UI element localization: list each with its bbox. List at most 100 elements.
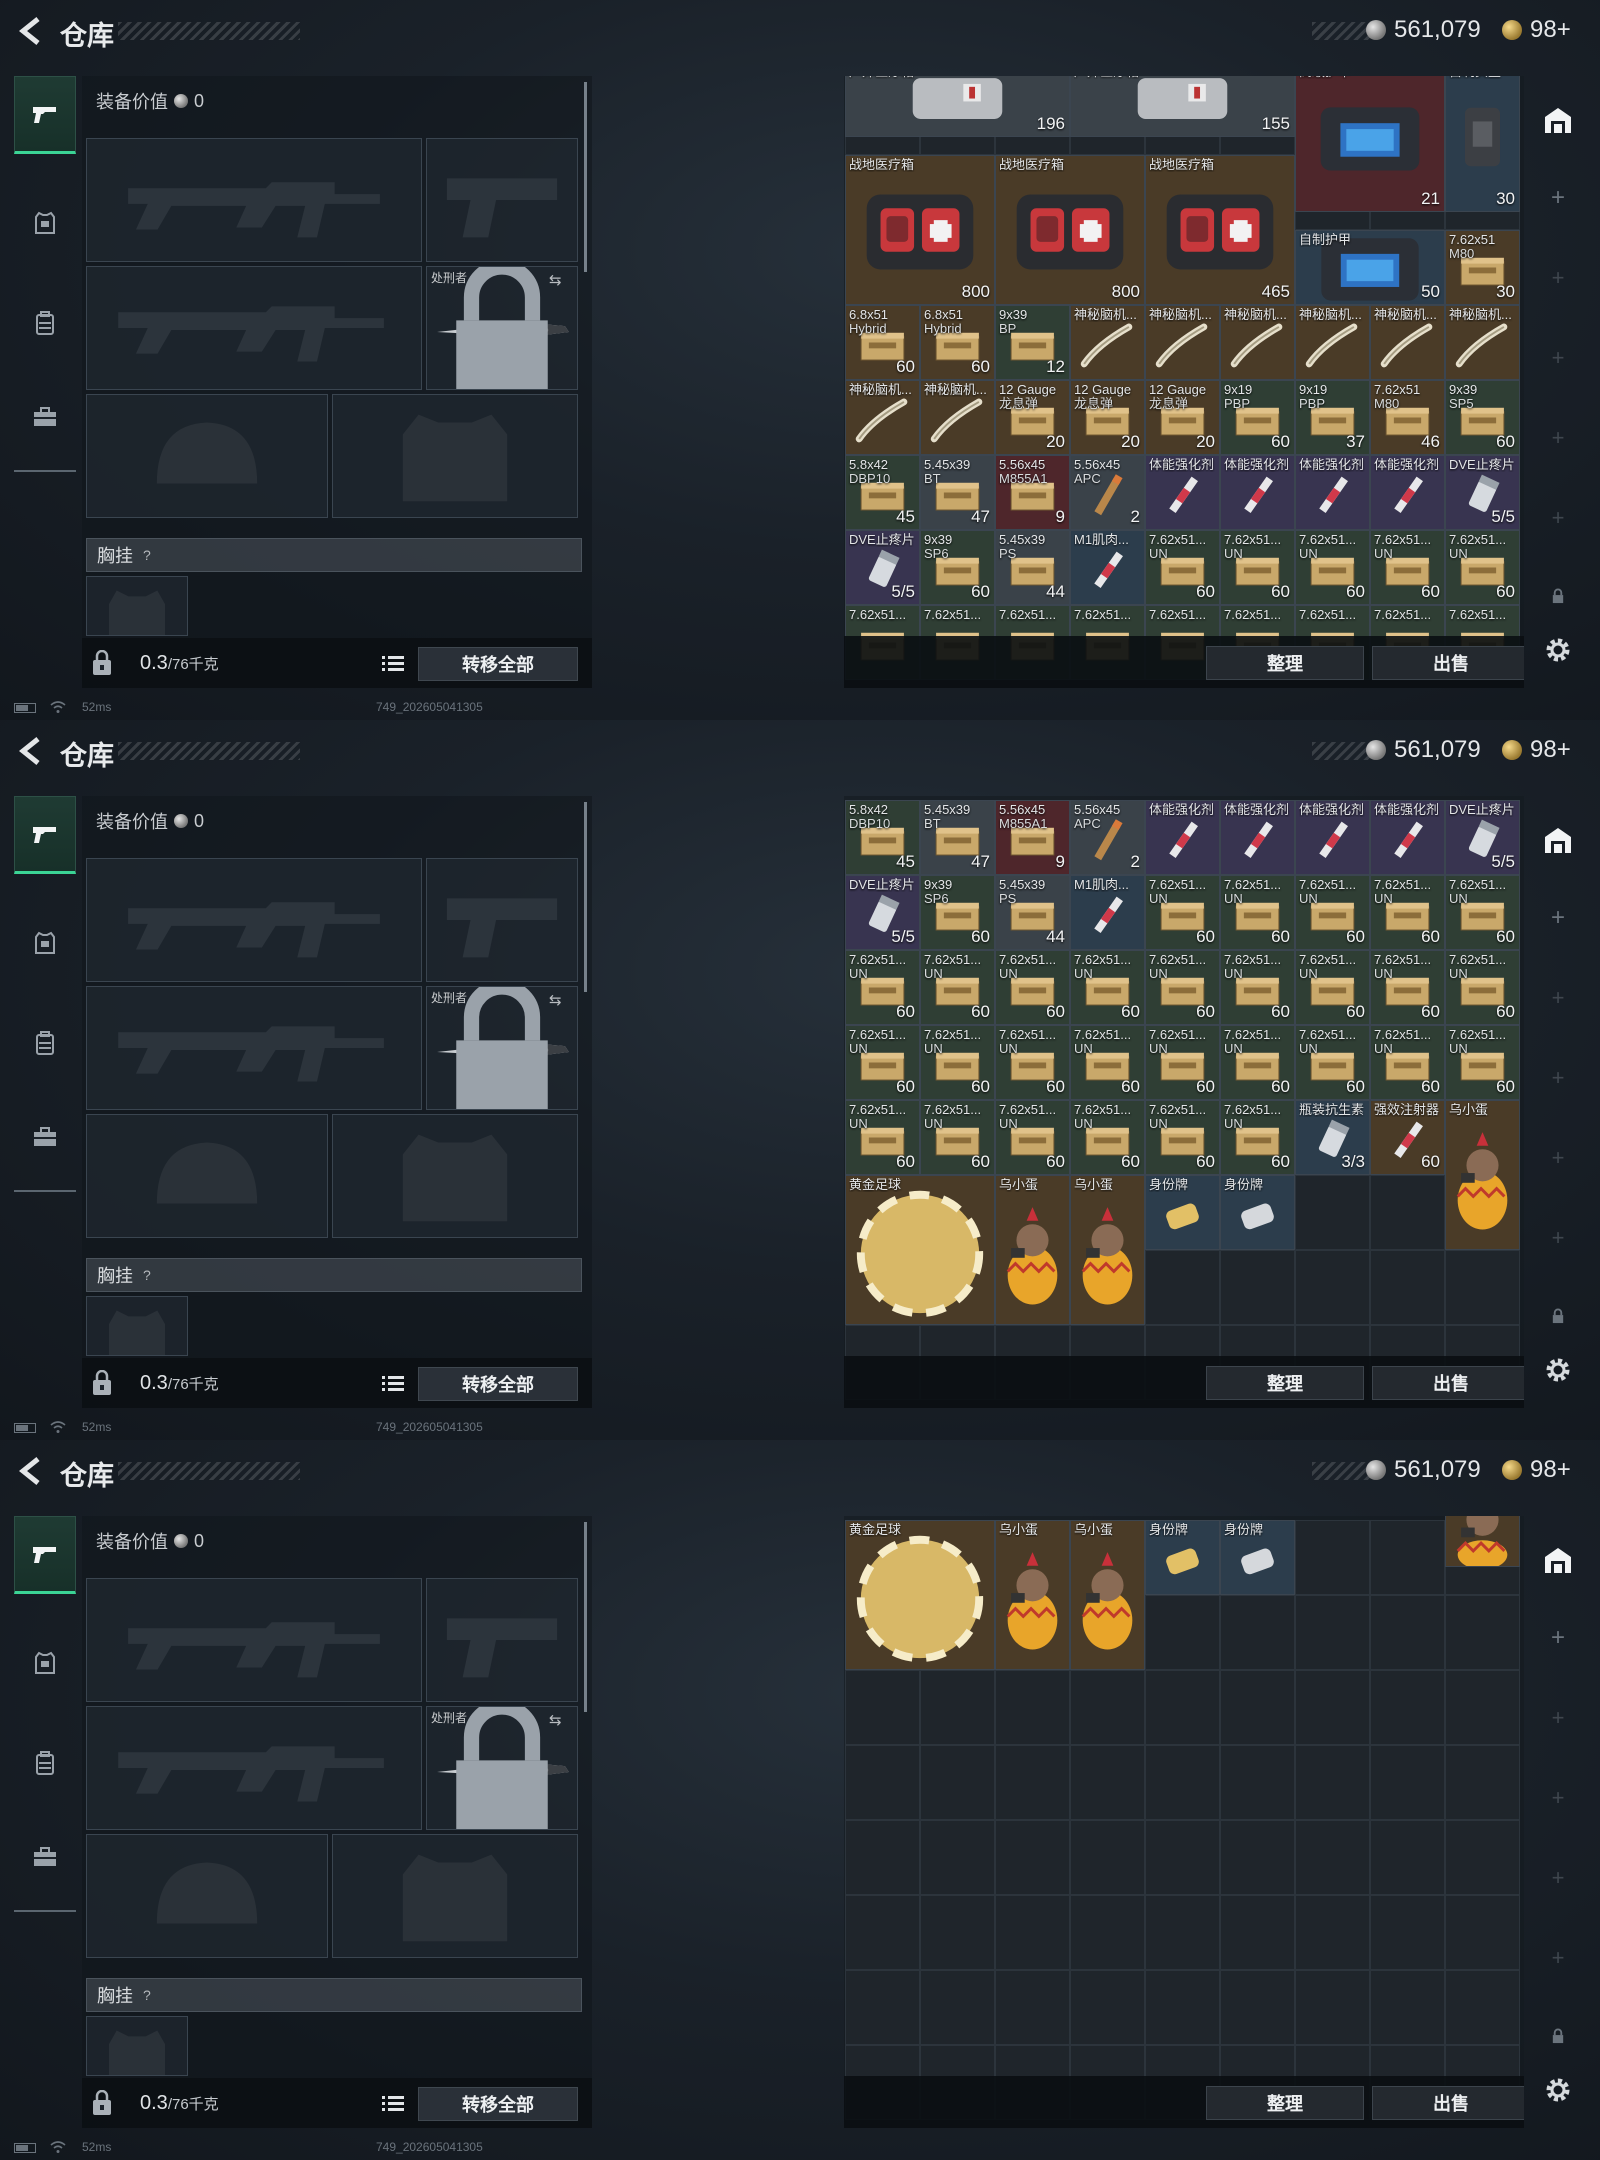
inventory-item[interactable]: 5.56x45 M855A1 9 bbox=[995, 800, 1070, 875]
inventory-item[interactable]: 瓶装抗生素 3/3 bbox=[1295, 1100, 1370, 1175]
primary-weapon-slot[interactable] bbox=[86, 1578, 422, 1702]
empty-slot[interactable] bbox=[1445, 1970, 1520, 2045]
inventory-item[interactable]: 9x19 PBP 37 bbox=[1295, 380, 1370, 455]
inventory-item[interactable]: 体能强化剂 bbox=[1295, 455, 1370, 530]
inventory-item[interactable]: 7.62x51... UN 60 bbox=[1145, 950, 1220, 1025]
empty-slot[interactable] bbox=[1370, 1895, 1445, 1970]
nav-case[interactable] bbox=[14, 1098, 76, 1176]
empty-slot[interactable] bbox=[1370, 1595, 1445, 1670]
inventory-item[interactable]: 乌小蛋 bbox=[1070, 1520, 1145, 1670]
inventory-item[interactable]: 战地医疗箱 800 bbox=[845, 155, 995, 305]
inventory-item[interactable]: 体能强化剂 bbox=[1370, 455, 1445, 530]
warehouse-tab[interactable] bbox=[1534, 1540, 1582, 1580]
inventory-item[interactable]: 身份牌 bbox=[1145, 1175, 1220, 1250]
settings-button[interactable] bbox=[1534, 1350, 1582, 1390]
empty-slot[interactable] bbox=[1145, 1745, 1220, 1820]
empty-slot[interactable] bbox=[1220, 1745, 1295, 1820]
empty-slot[interactable] bbox=[1370, 1970, 1445, 2045]
inventory-item[interactable]: 12 Gauge 龙息弹 20 bbox=[995, 380, 1070, 455]
inventory-item[interactable]: 体能强化剂 bbox=[1370, 800, 1445, 875]
inventory-item[interactable]: 7.62x51... UN 60 bbox=[845, 1025, 920, 1100]
inventory-item[interactable]: M1肌肉... bbox=[1070, 530, 1145, 605]
empty-slot[interactable] bbox=[1070, 1970, 1145, 2045]
empty-slot[interactable] bbox=[1295, 1175, 1370, 1250]
inventory-item[interactable]: 7.62x51... UN 60 bbox=[1445, 950, 1520, 1025]
inventory-item[interactable]: 7.62x51... UN 60 bbox=[1370, 875, 1445, 950]
inventory-item[interactable]: 黄金足球 bbox=[845, 1175, 995, 1325]
empty-slot[interactable] bbox=[1070, 1895, 1145, 1970]
empty-slot[interactable] bbox=[1070, 1745, 1145, 1820]
nav-armor[interactable] bbox=[14, 1624, 76, 1702]
sidearm-slot[interactable] bbox=[426, 858, 578, 982]
inventory-item[interactable]: 强效注射器 60 bbox=[1370, 1100, 1445, 1175]
empty-slot[interactable] bbox=[845, 1745, 920, 1820]
list-view-icon[interactable] bbox=[378, 2090, 408, 2116]
inventory-item[interactable]: 体能强化剂 bbox=[1220, 455, 1295, 530]
empty-slot[interactable] bbox=[920, 1745, 995, 1820]
empty-slot[interactable] bbox=[1220, 1820, 1295, 1895]
inventory-item[interactable]: 5.45x39 PS 44 bbox=[995, 875, 1070, 950]
chest-rig-slot[interactable] bbox=[86, 576, 188, 636]
transfer-all-button[interactable]: 转移全部 bbox=[418, 1367, 578, 1401]
empty-slot[interactable] bbox=[920, 1670, 995, 1745]
body-armor-slot[interactable] bbox=[332, 394, 578, 518]
empty-slot[interactable] bbox=[1145, 1670, 1220, 1745]
gold-currency[interactable]: 98+ bbox=[1502, 16, 1571, 44]
list-view-icon[interactable] bbox=[378, 1370, 408, 1396]
inventory-item[interactable]: 5.8x42 DBP10 45 bbox=[845, 455, 920, 530]
empty-slot[interactable] bbox=[1220, 1595, 1295, 1670]
empty-slot[interactable] bbox=[995, 1745, 1070, 1820]
help-icon[interactable]: ? bbox=[143, 1987, 151, 2003]
settings-button[interactable] bbox=[1534, 2070, 1582, 2110]
back-button[interactable] bbox=[14, 1454, 48, 1488]
empty-slot[interactable] bbox=[845, 1895, 920, 1970]
nav-backpack[interactable] bbox=[14, 284, 76, 362]
gold-currency[interactable]: 98+ bbox=[1502, 1456, 1571, 1484]
inventory-item[interactable]: 7.62x51... UN 60 bbox=[1295, 1025, 1370, 1100]
help-icon[interactable]: ? bbox=[143, 547, 151, 563]
inventory-item[interactable]: 7.62x51... UN 60 bbox=[920, 1100, 995, 1175]
empty-slot[interactable] bbox=[1295, 1595, 1370, 1670]
empty-slot[interactable] bbox=[1220, 1970, 1295, 2045]
empty-slot[interactable] bbox=[1445, 1895, 1520, 1970]
inventory-item[interactable]: 9x19 PBP 60 bbox=[1220, 380, 1295, 455]
empty-slot[interactable] bbox=[1220, 1670, 1295, 1745]
inventory-item[interactable]: 7.62x51... UN 60 bbox=[1445, 1025, 1520, 1100]
inventory-item[interactable]: DVE止疼片 5/5 bbox=[845, 875, 920, 950]
sell-button[interactable]: 出售 bbox=[1372, 1366, 1524, 1400]
empty-slot[interactable] bbox=[995, 1670, 1070, 1745]
empty-slot[interactable] bbox=[920, 1970, 995, 2045]
equipment-scrollbar[interactable] bbox=[584, 802, 587, 992]
inventory-item[interactable]: 7.62x51... UN 60 bbox=[920, 1025, 995, 1100]
inventory-item[interactable]: 战地医疗箱 800 bbox=[995, 155, 1145, 305]
inventory-item[interactable]: 自制护甲 50 bbox=[1295, 230, 1445, 305]
inventory-item[interactable]: 7.62x51... UN 60 bbox=[845, 1100, 920, 1175]
inventory-item[interactable]: 战地医疗箱 465 bbox=[1145, 155, 1295, 305]
inventory-item[interactable]: 7.62x51 M80 30 bbox=[1445, 230, 1520, 305]
inventory-item[interactable]: 乌小蛋 bbox=[1070, 1175, 1145, 1325]
inventory-item[interactable]: 身份牌 bbox=[1220, 1175, 1295, 1250]
inventory-item[interactable]: 乌小蛋 bbox=[995, 1520, 1070, 1670]
secondary-weapon-slot[interactable] bbox=[86, 266, 422, 390]
transfer-all-button[interactable]: 转移全部 bbox=[418, 647, 578, 681]
silver-currency[interactable]: 561,079 bbox=[1366, 1456, 1481, 1484]
body-armor-slot[interactable] bbox=[332, 1834, 578, 1958]
inventory-item[interactable]: 5.56x45 APC 2 bbox=[1070, 800, 1145, 875]
empty-slot[interactable] bbox=[845, 1970, 920, 2045]
inventory-item[interactable]: 乌小蛋 bbox=[1445, 1100, 1520, 1250]
inventory-item[interactable]: 高级护甲 21 bbox=[1295, 76, 1445, 212]
equipment-scrollbar[interactable] bbox=[584, 1522, 587, 1712]
inventory-item[interactable]: 5.8x42 DBP10 45 bbox=[845, 800, 920, 875]
inventory-item[interactable]: 7.62x51... UN 60 bbox=[1145, 530, 1220, 605]
inventory-item[interactable]: 7.62x51... UN 60 bbox=[1445, 875, 1520, 950]
inventory-item[interactable]: 身份牌 bbox=[1145, 1520, 1220, 1595]
primary-weapon-slot[interactable] bbox=[86, 858, 422, 982]
inventory-item[interactable]: 5.45x39 BT 47 bbox=[920, 455, 995, 530]
inventory-item[interactable]: 黄金足球 bbox=[845, 1520, 995, 1670]
nav-weapons[interactable] bbox=[14, 796, 76, 874]
empty-slot[interactable] bbox=[845, 1670, 920, 1745]
empty-slot[interactable] bbox=[1070, 1820, 1145, 1895]
sell-button[interactable]: 出售 bbox=[1372, 646, 1524, 680]
empty-slot[interactable] bbox=[1220, 1895, 1295, 1970]
sort-button[interactable]: 整理 bbox=[1206, 646, 1364, 680]
